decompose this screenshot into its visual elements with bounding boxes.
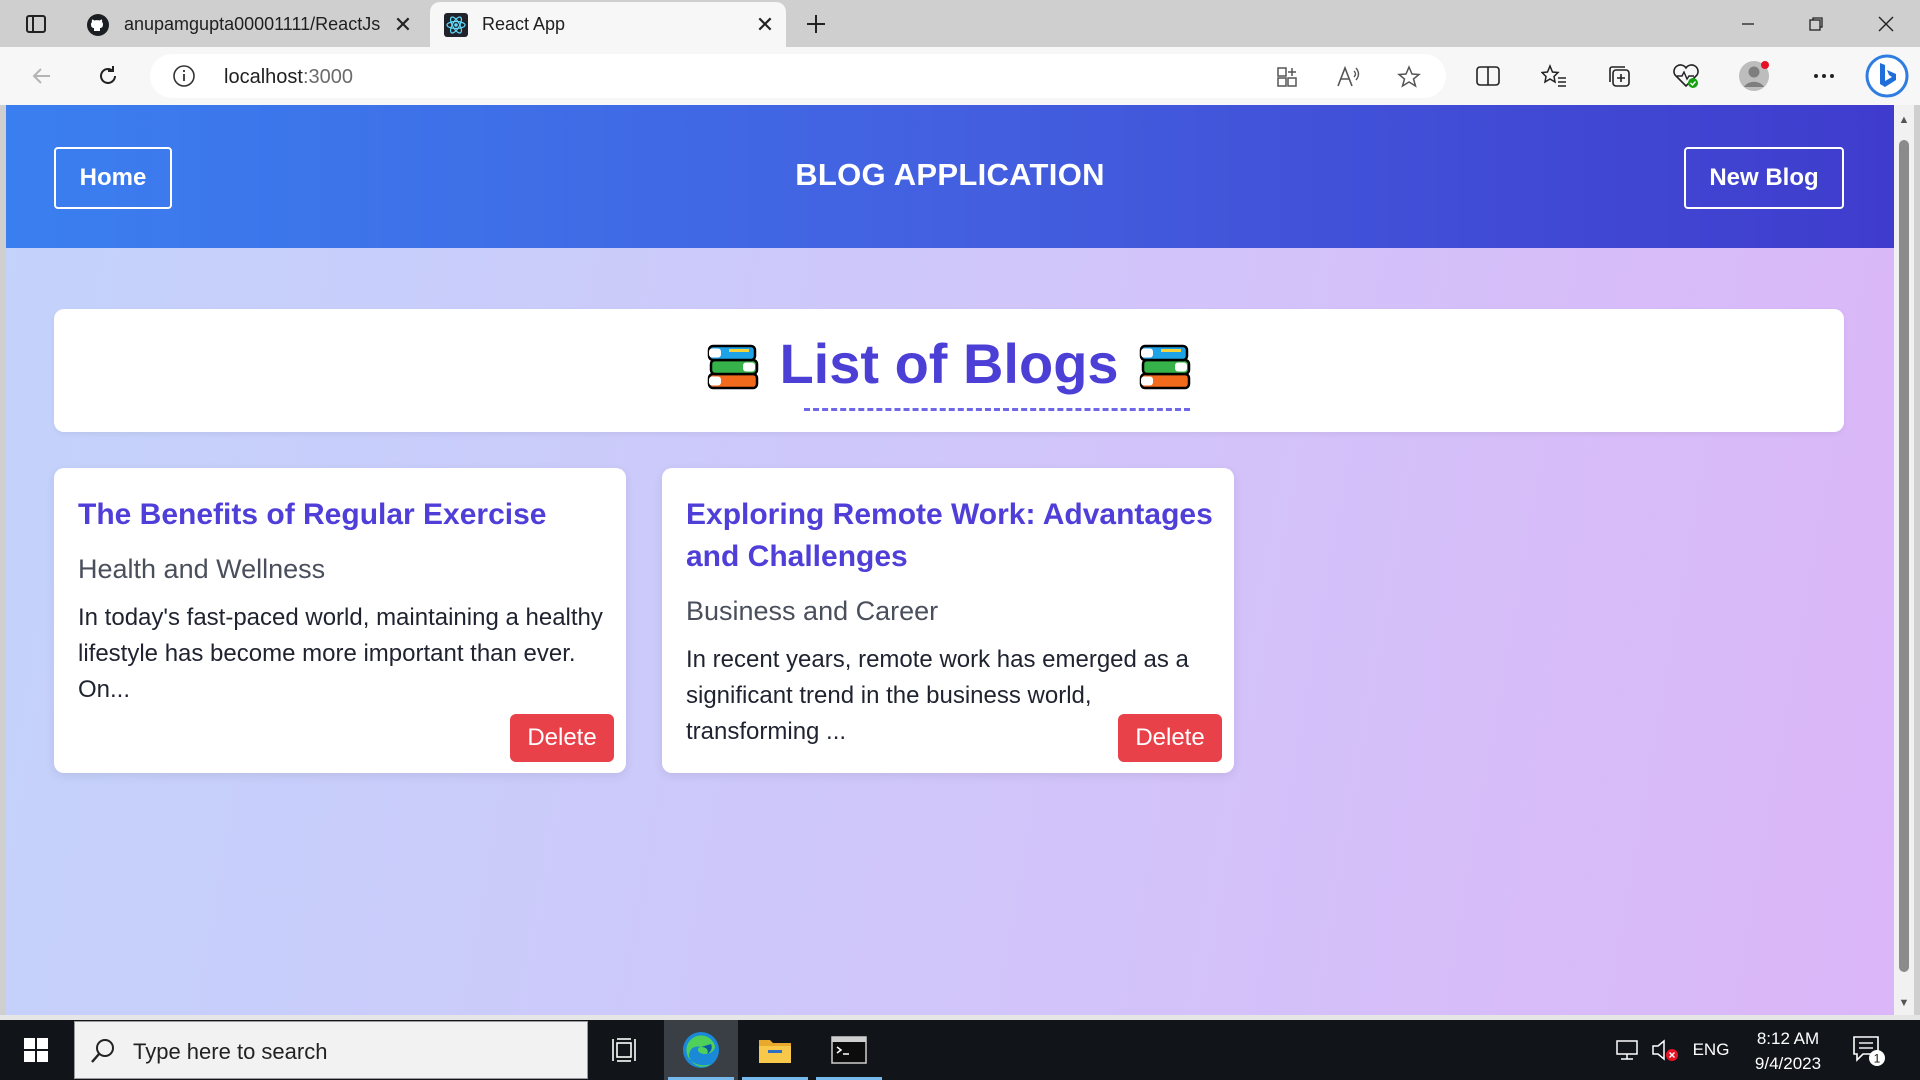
task-view-icon: [612, 1038, 636, 1062]
back-button[interactable]: [22, 56, 62, 96]
react-icon: [444, 12, 468, 37]
tab-title: anupamgupta00001111/ReactJs: [124, 14, 381, 34]
app-title: BLOG APPLICATION: [795, 157, 1105, 192]
books-icon: [708, 344, 759, 390]
task-view-button[interactable]: [588, 1020, 662, 1080]
scroll-down-icon[interactable]: ▼: [1898, 997, 1910, 1009]
scroll-up-icon[interactable]: ▲: [1898, 114, 1910, 126]
browser-essentials-button[interactable]: [1666, 56, 1706, 96]
list-title: List of Blogs: [779, 332, 1119, 395]
system-clock[interactable]: 8:12 AM 9/4/2023: [1740, 1026, 1836, 1076]
favorite-button[interactable]: [1396, 64, 1422, 90]
taskbar-search[interactable]: Type here to search: [74, 1021, 588, 1079]
refresh-icon: [100, 66, 116, 84]
blog-category: Business and Career: [686, 596, 939, 626]
volume-tray[interactable]: [1648, 1020, 1682, 1080]
taskbar-edge[interactable]: [664, 1020, 738, 1080]
scrollbar-thumb[interactable]: [1899, 140, 1909, 972]
url-port: :3000: [302, 66, 353, 88]
favorites-button[interactable]: [1534, 56, 1574, 96]
blog-card[interactable]: Exploring Remote Work: Advantages and Ch…: [662, 468, 1234, 773]
network-icon: [1616, 1040, 1638, 1060]
browser-toolbar: localhost:3000: [0, 47, 1920, 105]
tab-title: React App: [482, 14, 566, 34]
blog-card[interactable]: The Benefits of Regular Exercise Health …: [54, 468, 626, 773]
tab-actions-icon: [26, 15, 46, 33]
list-title-row: List of Blogs: [54, 331, 1844, 397]
favorites-list-icon: [1541, 64, 1566, 87]
read-aloud-button[interactable]: [1336, 64, 1362, 90]
delete-button[interactable]: Delete: [510, 714, 614, 762]
back-arrow-icon: [32, 68, 50, 84]
folder-icon: [759, 1040, 791, 1063]
app-navbar: Home BLOG APPLICATION New Blog: [6, 105, 1894, 248]
github-icon: [87, 13, 109, 36]
blog-title[interactable]: Exploring Remote Work: Advantages and Ch…: [686, 494, 1216, 578]
new-tab-button[interactable]: [800, 8, 832, 40]
collections-icon: [1609, 66, 1630, 87]
plus-icon: [807, 15, 825, 33]
page-scrollbar[interactable]: ▲ ▼: [1894, 105, 1914, 1015]
minimize-button[interactable]: [1714, 0, 1782, 47]
restore-icon: [1809, 16, 1823, 31]
taskbar-terminal[interactable]: [812, 1020, 886, 1080]
bing-icon: [1865, 54, 1909, 98]
heart-pulse-icon: [1673, 64, 1699, 88]
tab-github[interactable]: anupamgupta00001111/ReactJs ✕: [72, 2, 424, 47]
refresh-button[interactable]: [88, 56, 128, 96]
books-icon: [1139, 344, 1190, 390]
tab-actions-button[interactable]: [14, 8, 58, 40]
windows-logo-icon: [24, 1038, 48, 1062]
language-indicator[interactable]: ENG: [1686, 1020, 1736, 1080]
split-screen-icon: [1476, 66, 1500, 86]
edge-icon: [683, 1032, 719, 1068]
tab-strip: anupamgupta00001111/ReactJs ✕ React App …: [0, 0, 1920, 47]
close-tab-icon[interactable]: ✕: [388, 10, 418, 40]
read-aloud-icon: [1337, 65, 1360, 87]
close-tab-icon[interactable]: ✕: [750, 10, 780, 40]
restore-button[interactable]: [1782, 0, 1850, 47]
avatar-icon: [1739, 61, 1769, 91]
page-viewport: Home BLOG APPLICATION New Blog List of B…: [6, 105, 1894, 1015]
grid-plus-icon: [1277, 67, 1297, 87]
title-underline: [804, 408, 1190, 411]
url-text[interactable]: localhost:3000: [224, 66, 353, 89]
blog-category: Health and Wellness: [78, 554, 326, 584]
address-bar[interactable]: localhost:3000: [150, 54, 1446, 98]
delete-button[interactable]: Delete: [1118, 714, 1222, 762]
blog-title[interactable]: The Benefits of Regular Exercise: [78, 494, 608, 536]
collections-button[interactable]: [1600, 56, 1640, 96]
taskbar: Type here to search ENG 8:12 AM 9/4/2023…: [0, 1020, 1920, 1080]
notification-icon: 1: [1853, 1036, 1885, 1066]
search-placeholder: Type here to search: [133, 1039, 328, 1064]
new-blog-button[interactable]: New Blog: [1684, 147, 1844, 209]
close-window-button[interactable]: [1852, 0, 1920, 47]
more-menu-button[interactable]: [1804, 56, 1844, 96]
more-dots-icon: [1814, 74, 1834, 78]
split-screen-button[interactable]: [1468, 56, 1508, 96]
notification-center-button[interactable]: 1: [1850, 1032, 1886, 1068]
blog-excerpt: In today's fast-paced world, maintaining…: [78, 604, 603, 703]
taskbar-file-explorer[interactable]: [738, 1020, 812, 1080]
bing-chat-button[interactable]: [1864, 53, 1910, 99]
star-icon: [1397, 65, 1421, 88]
minimize-icon: [1742, 22, 1754, 25]
volume-muted-icon: [1652, 1039, 1678, 1061]
url-host: localhost: [224, 66, 303, 88]
network-tray[interactable]: [1610, 1020, 1644, 1080]
tab-react-app[interactable]: React App ✕: [430, 2, 786, 47]
terminal-icon: [831, 1036, 867, 1064]
close-icon: [1878, 16, 1894, 31]
profile-button[interactable]: [1734, 56, 1774, 96]
clock-date: 9/4/2023: [1754, 1054, 1822, 1073]
search-icon: [91, 1039, 114, 1063]
clock-time: 8:12 AM: [1756, 1029, 1820, 1048]
site-info-icon[interactable]: [172, 64, 196, 88]
app-available-icon[interactable]: [1274, 64, 1300, 90]
list-header: List of Blogs: [54, 309, 1844, 432]
start-button[interactable]: [0, 1020, 72, 1080]
notification-count: 1: [1874, 1052, 1881, 1066]
